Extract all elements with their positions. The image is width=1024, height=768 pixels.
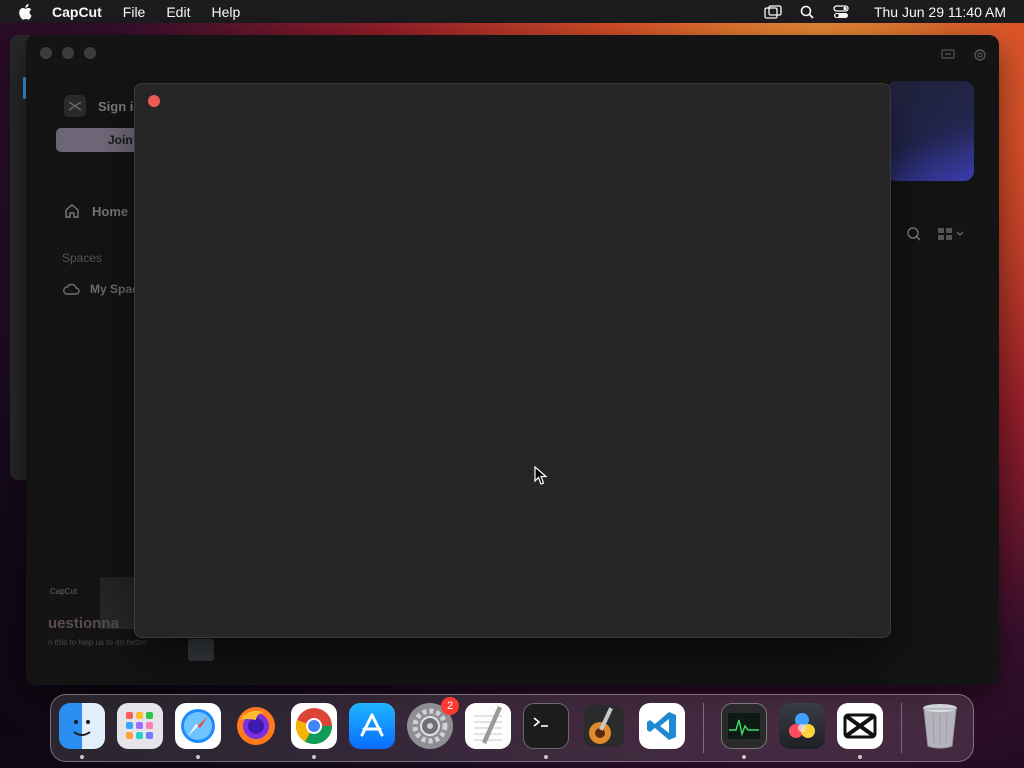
garageband-icon[interactable] [581, 703, 627, 749]
promo-banner[interactable] [886, 81, 974, 181]
running-indicator [544, 755, 548, 759]
dock: 2 [50, 694, 974, 762]
menu-help[interactable]: Help [211, 4, 240, 20]
promo-title: uestionna [48, 615, 119, 632]
textedit-icon[interactable] [465, 703, 511, 749]
vscode-icon[interactable] [639, 703, 685, 749]
notification-badge: 2 [441, 697, 459, 715]
running-indicator [196, 755, 200, 759]
menu-file[interactable]: File [123, 4, 146, 20]
sidebar-item-my-space[interactable]: My Space [62, 282, 145, 296]
display-icon[interactable] [764, 4, 782, 20]
terminal-icon[interactable] [523, 703, 569, 749]
settings-gear-icon[interactable] [972, 47, 988, 63]
grid-view-icon[interactable] [936, 225, 968, 243]
menu-bar: CapCut File Edit Help Thu Jun 29 11:40 A… [0, 0, 1024, 23]
dialog-close-button[interactable] [148, 95, 160, 107]
chrome-icon[interactable] [291, 703, 337, 749]
sidebar-item-label: Home [92, 203, 129, 219]
davinci-resolve-icon[interactable] [779, 703, 825, 749]
sign-in-row[interactable]: Sign in [64, 95, 141, 117]
blank-dialog [134, 83, 891, 638]
control-center-icon[interactable] [832, 4, 850, 20]
sidebar-item-home[interactable]: Home [64, 203, 128, 219]
promo-subtitle: n this to help us to do better [48, 638, 147, 647]
launchpad-icon[interactable] [117, 703, 163, 749]
finder-icon[interactable] [59, 703, 105, 749]
menu-app-name[interactable]: CapCut [52, 4, 102, 20]
cloud-icon [63, 283, 80, 295]
trash-icon[interactable] [917, 703, 963, 749]
apple-logo-icon[interactable] [18, 3, 36, 21]
capcut-logo-icon [64, 95, 86, 117]
dock-separator [703, 703, 704, 753]
safari-icon[interactable] [175, 703, 221, 749]
running-indicator [858, 755, 862, 759]
promo-action-button[interactable] [188, 639, 214, 661]
dock-separator [901, 703, 902, 753]
app-store-icon[interactable] [349, 703, 395, 749]
running-indicator [80, 755, 84, 759]
firefox-icon[interactable] [233, 703, 279, 749]
clock[interactable]: Thu Jun 29 11:40 AM [874, 4, 1006, 20]
feedback-icon[interactable] [940, 47, 956, 63]
system-settings-icon[interactable]: 2 [407, 697, 459, 749]
home-icon [65, 204, 79, 218]
activity-monitor-icon[interactable] [721, 703, 767, 749]
running-indicator [742, 755, 746, 759]
running-indicator [312, 755, 316, 759]
search-icon[interactable] [906, 226, 922, 242]
spaces-heading: Spaces [62, 251, 103, 265]
search-icon[interactable] [798, 4, 816, 20]
menu-edit[interactable]: Edit [166, 4, 190, 20]
promo-brand: CapCut [50, 587, 78, 596]
capcut-icon[interactable] [837, 703, 883, 749]
mouse-cursor-icon [534, 466, 548, 485]
